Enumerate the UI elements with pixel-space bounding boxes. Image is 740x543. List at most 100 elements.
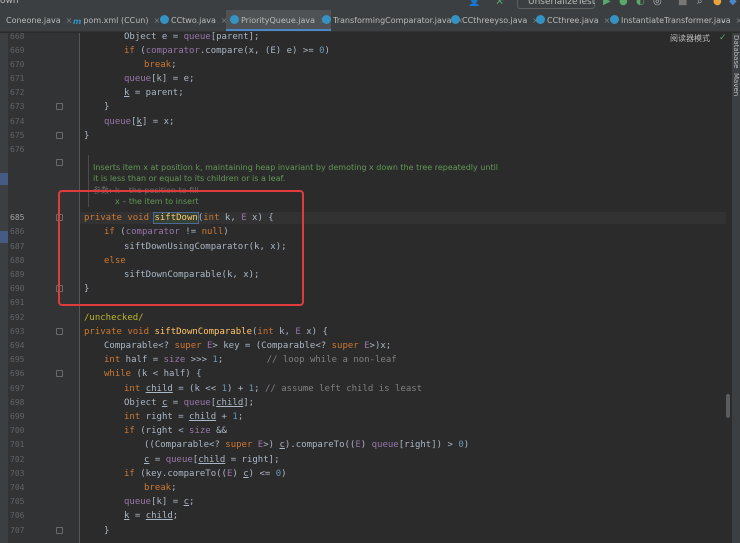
tab-overflow-chevron-icon[interactable]: ⌄: [720, 10, 727, 31]
tab-label: InstantiateTransformer.java: [621, 16, 731, 25]
user-icon[interactable]: 👤: [468, 0, 480, 7]
tool-window-marker[interactable]: [0, 231, 8, 243]
editor-tab-bar: Coneone.java × m pom.xml (CCun) × CCtwo.jav…: [0, 10, 740, 32]
code-line[interactable]: if (right < size &&: [124, 425, 227, 437]
code-line[interactable]: queue[k] = e;: [124, 73, 194, 85]
profile-icon[interactable]: ◎: [653, 0, 662, 7]
code-line[interactable]: }: [104, 525, 109, 537]
line-number: 669: [10, 46, 25, 55]
tab-label: CCthree.java: [547, 16, 599, 25]
run-config-selector[interactable]: UnserializeTest: [517, 0, 595, 9]
tab-ccthreeyso[interactable]: CCthreeyso.java×: [451, 10, 539, 31]
tab-label: CCtwo.java: [171, 16, 216, 25]
tab-label: pom.xml (CCun): [83, 16, 149, 25]
debug-icon[interactable]: ●: [619, 0, 628, 7]
line-number: 704: [10, 483, 25, 492]
line-number: 697: [10, 384, 25, 393]
annotation-highlight-box: [58, 190, 304, 306]
fold-marker[interactable]: [56, 370, 63, 377]
tab-priorityqueue[interactable]: PriorityQueue.java×: [226, 10, 331, 31]
code-line[interactable]: k = child;: [124, 510, 178, 522]
code-line[interactable]: int half = size >>> 1; // loop while a n…: [104, 354, 397, 366]
maven-tool-tab[interactable]: Maven: [732, 73, 740, 96]
line-number: 707: [10, 526, 25, 535]
code-line[interactable]: break;: [144, 59, 177, 71]
code-line[interactable]: ((Comparable<? super E>) c).compareTo((E…: [144, 439, 469, 451]
reader-mode-button[interactable]: 阅读器模式: [670, 33, 710, 44]
line-number: 702: [10, 455, 25, 464]
code-line[interactable]: if (comparator.compare(x, (E) e) >= 0): [124, 45, 330, 57]
code-line[interactable]: Comparable<? super E> key = (Comparable<…: [104, 340, 391, 352]
line-number: 688: [10, 256, 25, 265]
line-number: 701: [10, 440, 25, 449]
close-icon[interactable]: ×: [736, 16, 740, 25]
search-icon[interactable]: ⌕: [697, 0, 703, 7]
line-number: 705: [10, 497, 25, 506]
line-number: 703: [10, 469, 25, 478]
class-icon: [610, 15, 619, 24]
line-number: 675: [10, 131, 25, 140]
fold-marker[interactable]: [56, 103, 63, 110]
update-icon[interactable]: ●: [713, 0, 722, 7]
coverage-icon[interactable]: ◐: [636, 0, 645, 7]
close-icon[interactable]: ×: [66, 16, 73, 25]
tab-label: CCthreeyso.java: [462, 16, 528, 25]
class-icon: [451, 15, 460, 24]
fold-marker[interactable]: [56, 159, 63, 166]
class-icon: [322, 15, 331, 24]
line-number: 699: [10, 412, 25, 421]
line-number: 693: [10, 327, 25, 336]
class-icon: [230, 15, 239, 24]
line-number: 668: [10, 32, 25, 41]
tab-label: TransformingComparator.java: [333, 16, 452, 25]
database-tool-tab[interactable]: Database: [732, 35, 740, 68]
plugin-icon[interactable]: ◆: [729, 0, 737, 7]
code-line[interactable]: k = parent;: [124, 87, 184, 99]
hammer-icon[interactable]: ⚒: [495, 0, 504, 7]
line-number: 671: [10, 74, 25, 83]
tab-pom[interactable]: m pom.xml (CCun) ×: [73, 10, 160, 31]
tab-transformingcomparator[interactable]: TransformingComparator.java×: [322, 10, 463, 31]
line-number: 676: [10, 145, 25, 154]
line-number: 695: [10, 355, 25, 364]
line-number: 687: [10, 242, 25, 251]
code-line[interactable]: /unchecked/: [84, 312, 144, 324]
code-line[interactable]: int child = (k << 1) + 1; // assume left…: [124, 383, 422, 395]
tab-ccthree[interactable]: CCthree.java ×: [536, 10, 610, 31]
line-number: 674: [10, 117, 25, 126]
code-line[interactable]: }: [84, 130, 89, 142]
code-line[interactable]: c = queue[child = right];: [144, 454, 279, 466]
javadoc-text: Inserts item x at position k, maintainin…: [93, 163, 499, 172]
fold-marker[interactable]: [56, 527, 63, 534]
fold-marker[interactable]: [56, 132, 63, 139]
line-number: 698: [10, 398, 25, 407]
tab-cctwo[interactable]: CCtwo.java ×: [160, 10, 228, 31]
title-bar: own 👤 ⚒ UnserializeTest ▶ ● ◐ ◎ ■ ⌕ ● ◆: [0, 0, 740, 10]
tab-label: Coneone.java: [6, 16, 61, 25]
tab-coneone[interactable]: Coneone.java ×: [6, 10, 72, 31]
line-number: 689: [10, 270, 25, 279]
code-line[interactable]: }: [104, 101, 109, 113]
check-icon[interactable]: ✓: [719, 33, 727, 43]
code-line[interactable]: while (k < half) {: [104, 368, 202, 380]
tab-label: PriorityQueue.java: [241, 16, 316, 25]
code-line[interactable]: Object e = queue[parent];: [124, 31, 259, 43]
code-line[interactable]: Object c = queue[child];: [124, 397, 254, 409]
scrollbar-thumb[interactable]: [726, 394, 730, 418]
stop-icon[interactable]: ■: [678, 0, 687, 7]
class-icon: [160, 15, 169, 24]
fold-marker[interactable]: [56, 328, 63, 335]
code-line[interactable]: int right = child + 1;: [124, 411, 243, 423]
code-line[interactable]: queue[k] = x;: [104, 116, 174, 128]
line-number: 690: [10, 284, 25, 293]
line-number: 673: [10, 102, 25, 111]
code-line[interactable]: break;: [144, 482, 177, 494]
code-line[interactable]: queue[k] = c;: [124, 496, 194, 508]
tool-window-marker[interactable]: [0, 173, 8, 185]
run-icon[interactable]: ▶: [603, 0, 611, 7]
line-number: 670: [10, 60, 25, 69]
javadoc-text: it is less than or equal to its children…: [93, 174, 286, 183]
code-line[interactable]: if (key.compareTo((E) c) <= 0): [124, 468, 287, 480]
maven-icon: m: [73, 17, 82, 26]
code-line[interactable]: private void siftDownComparable(int k, E…: [84, 326, 328, 338]
